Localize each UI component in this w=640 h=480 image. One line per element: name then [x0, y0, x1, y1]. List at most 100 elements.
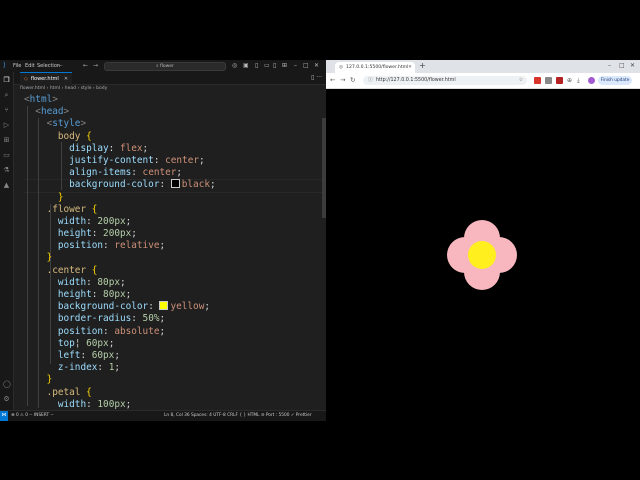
extension-icon[interactable]: [534, 77, 541, 84]
bookmark-star-icon[interactable]: ☆: [519, 76, 523, 85]
site-info-icon[interactable]: ⓘ: [368, 78, 373, 83]
toggle-panel-icon[interactable]: ▭: [264, 62, 270, 69]
code-token: position: [57, 240, 104, 252]
breadcrumb-item[interactable]: html: [50, 86, 60, 91]
toggle-secondary-sidebar-icon[interactable]: ▯: [273, 62, 276, 69]
minimize-icon[interactable]: –: [294, 62, 297, 69]
back-arrow-icon[interactable]: ←: [83, 62, 88, 69]
status-left[interactable]: ⊗ 0 ⚠ 0 -- INSERT --: [11, 411, 54, 420]
forward-button-icon[interactable]: →: [340, 76, 345, 84]
code-token: :: [159, 179, 171, 191]
color-swatch[interactable]: [159, 301, 169, 311]
forward-arrow-icon[interactable]: →: [93, 62, 98, 69]
code-token: yellow: [170, 301, 205, 313]
split-editor-icon[interactable]: ▯ ···: [311, 74, 322, 81]
new-tab-button[interactable]: +: [419, 61, 426, 70]
activity-bar: ❐ ⌕ ⑂ ▷ ⊞ ▭ ⚗ ▲ ◯ ⚙: [0, 72, 14, 410]
code-token: head: [40, 106, 64, 118]
download-icon[interactable]: ⤓: [577, 77, 584, 84]
code-token: >: [52, 94, 58, 105]
settings-gear-icon[interactable]: ⚙: [3, 396, 10, 403]
menu-file[interactable]: File: [13, 63, 21, 69]
copilot-icon[interactable]: ◎: [232, 62, 237, 69]
explorer-icon[interactable]: ❐: [3, 77, 10, 84]
code-token: :: [103, 240, 115, 252]
address-bar[interactable]: ⓘ http://127.0.0.1:5500/flower.html ☆: [363, 76, 527, 85]
maximize-icon[interactable]: □: [619, 62, 625, 69]
browser-tab-strip: ◎ 127.0.0.1:5500/flower.html ✕ + – □ ✕: [326, 60, 640, 73]
breadcrumb-item[interactable]: head: [65, 86, 76, 91]
customize-layout-icon[interactable]: ⊞: [282, 62, 287, 69]
remote-indicator-icon[interactable]: ⋈: [0, 411, 8, 421]
code-editor[interactable]: <html> <head> <style> body { display: fl…: [14, 94, 326, 410]
breadcrumb-item[interactable]: style: [81, 86, 92, 91]
breadcrumb-item[interactable]: flower.html: [20, 86, 45, 91]
run-debug-icon[interactable]: ▷: [3, 122, 10, 129]
code-token: }: [46, 252, 53, 264]
code-token: display: [69, 142, 109, 154]
extension-icon[interactable]: [545, 77, 552, 84]
back-button-icon[interactable]: ←: [330, 76, 335, 84]
more-menu-icon[interactable]: ···: [58, 63, 63, 69]
breadcrumb-item[interactable]: body: [96, 86, 107, 91]
extensions-icon[interactable]: ⊞: [3, 137, 10, 144]
profile-avatar[interactable]: [588, 77, 595, 84]
code-token: :: [131, 167, 143, 179]
vscode-window: ⟩ File Edit Selection ··· ← → ⌕ flower ◎…: [0, 60, 326, 421]
code-token: .petal: [46, 386, 81, 398]
code-token: border-radius: [57, 313, 132, 325]
layout-icon[interactable]: ▣: [243, 62, 249, 69]
code-token: ;: [142, 142, 149, 154]
toggle-sidebar-icon[interactable]: ▯: [255, 62, 258, 69]
browser-tab-title: 127.0.0.1:5500/flower.html: [346, 65, 409, 70]
globe-icon: ◎: [339, 65, 344, 70]
finish-update-button[interactable]: Finish update: [598, 76, 632, 85]
code-token: black: [181, 179, 210, 191]
close-window-icon[interactable]: ✕: [314, 62, 319, 69]
extension-icon[interactable]: [556, 77, 563, 84]
status-right[interactable]: Ln 8, Col 36 Spaces: 4 UTF-8 CRLF { } HT…: [164, 411, 312, 420]
testing-icon[interactable]: ⚗: [3, 167, 10, 174]
code-line: <style>: [24, 118, 216, 130]
menu-selection[interactable]: Selection: [37, 63, 60, 69]
code-token: 80px: [103, 289, 126, 300]
code-token: width: [57, 398, 87, 410]
code-token: 60px: [86, 337, 109, 349]
browser-tab[interactable]: ◎ 127.0.0.1:5500/flower.html ✕: [335, 62, 415, 73]
code-token: :: [153, 154, 166, 166]
reload-button-icon[interactable]: ↻: [350, 76, 355, 84]
minimize-icon[interactable]: –: [608, 62, 611, 69]
code-token: ;: [199, 154, 205, 166]
close-tab-icon[interactable]: ✕: [64, 76, 68, 82]
code-token: ;: [204, 301, 211, 313]
color-swatch[interactable]: [170, 179, 180, 189]
remote-explorer-icon[interactable]: ▭: [3, 152, 10, 159]
code-token: }: [57, 191, 64, 203]
puzzle-extensions-icon[interactable]: ⊕: [567, 77, 574, 84]
close-browser-tab-icon[interactable]: ✕: [408, 62, 412, 73]
browser-window: ◎ 127.0.0.1:5500/flower.html ✕ + – □ ✕ ← →…: [326, 60, 640, 420]
code-token: width: [57, 276, 87, 288]
live-share-icon[interactable]: ▲: [3, 182, 10, 189]
code-token: :: [86, 276, 98, 288]
code-line: }: [24, 252, 216, 264]
account-icon[interactable]: ◯: [3, 381, 11, 388]
source-control-icon[interactable]: ⑂: [3, 107, 10, 114]
code-text: <html> <head> <style> body { display: fl…: [24, 94, 216, 410]
search-view-icon[interactable]: ⌕: [3, 92, 10, 99]
menu-edit[interactable]: Edit: [25, 63, 35, 69]
maximize-icon[interactable]: □: [303, 62, 309, 69]
command-search-input[interactable]: ⌕ flower: [104, 62, 226, 71]
code-token: html: [29, 94, 53, 105]
code-token: ;: [125, 215, 132, 227]
close-window-icon[interactable]: ✕: [630, 62, 635, 69]
tab-flower-html[interactable]: ◇ flower.html ✕: [20, 72, 72, 85]
